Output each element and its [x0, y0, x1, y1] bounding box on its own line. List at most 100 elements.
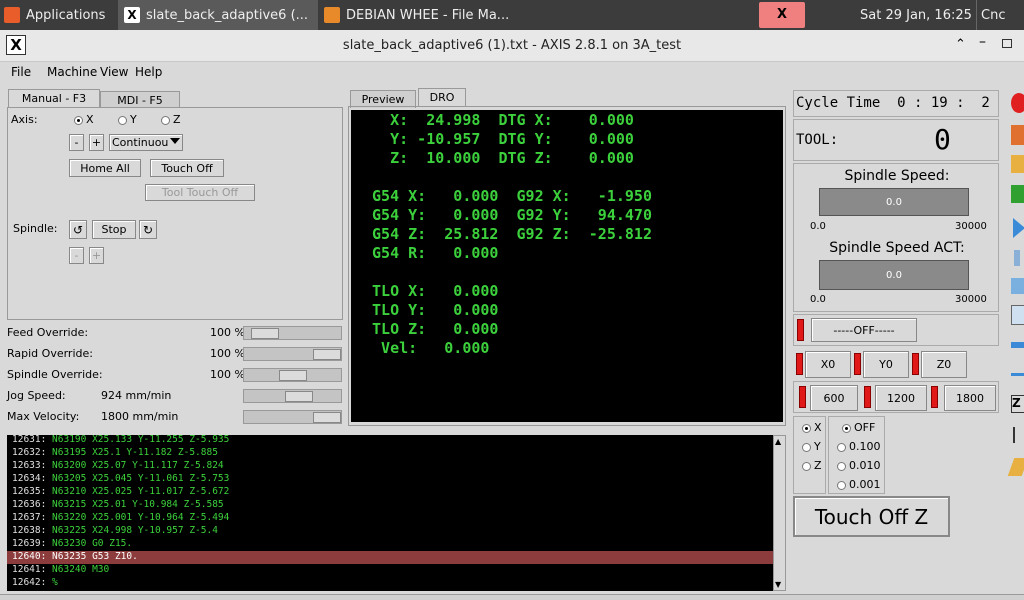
- gcode-line[interactable]: 12637: N63220 X25.001 Y-10.964 Z-5.494: [7, 512, 773, 525]
- spindle-stop-button[interactable]: Stop: [92, 220, 136, 239]
- menu-view[interactable]: View: [100, 65, 128, 79]
- run-icon[interactable]: [1013, 218, 1024, 238]
- minimize-icon[interactable]: –: [979, 34, 986, 50]
- taskbar-window-filemanager[interactable]: DEBIAN WHEE - File Ma...: [318, 0, 518, 30]
- clear-plot-icon[interactable]: [1007, 458, 1024, 476]
- optional-stop-icon[interactable]: [1011, 305, 1024, 325]
- scroll-down-icon[interactable]: ▼: [775, 580, 781, 589]
- folder-icon: [324, 7, 340, 23]
- override-slider[interactable]: [243, 347, 342, 361]
- gcode-text: N63220 X25.001 Y-10.964 Z-5.494: [46, 512, 230, 523]
- slider-thumb[interactable]: [313, 349, 341, 360]
- jog-minus-button[interactable]: -: [69, 134, 84, 151]
- override-slider[interactable]: [243, 389, 342, 403]
- increment-0001[interactable]: 0.001: [837, 478, 881, 491]
- gcode-line[interactable]: 12633: N63200 X25.07 Y-11.117 Z-5.824: [7, 460, 773, 473]
- gcode-line[interactable]: 12638: N63225 X24.998 Y-10.957 Z-5.4: [7, 525, 773, 538]
- gcode-line[interactable]: 12632: N63195 X25.1 Y-11.182 Z-5.885: [7, 447, 773, 460]
- radio-indicator: [74, 115, 83, 125]
- power-icon[interactable]: [1011, 125, 1024, 145]
- spindle-slower-button[interactable]: -: [69, 247, 84, 264]
- zero-z-button[interactable]: Z0: [921, 351, 967, 378]
- spindle-off-button[interactable]: -----OFF-----: [811, 318, 917, 342]
- tab-manual[interactable]: Manual - F3: [8, 89, 100, 107]
- gcode-line[interactable]: 12631: N63190 X25.133 Y-11.255 Z-5.935: [7, 435, 773, 447]
- gcode-line[interactable]: 12635: N63210 X25.025 Y-11.017 Z-5.672: [7, 486, 773, 499]
- zero-x-button[interactable]: X0: [805, 351, 851, 378]
- increment-off[interactable]: OFF: [842, 421, 875, 434]
- zoom-in-icon[interactable]: [1011, 342, 1024, 348]
- jog-plus-button[interactable]: +: [89, 134, 104, 151]
- feed-1800-button[interactable]: 1800: [944, 385, 996, 411]
- menu-help[interactable]: Help: [135, 65, 162, 79]
- gcode-line-current[interactable]: 12640: N63235 G53 Z10.: [7, 551, 773, 564]
- slider-thumb[interactable]: [313, 412, 341, 423]
- axis-radio-z[interactable]: Z: [161, 113, 181, 126]
- step-icon[interactable]: [1014, 250, 1020, 266]
- pause-icon[interactable]: [1011, 278, 1024, 294]
- estop-icon[interactable]: [1011, 93, 1024, 113]
- radio-indicator: [837, 442, 846, 452]
- axis-radio-z[interactable]: Z: [802, 459, 822, 472]
- spindle-cw-icon[interactable]: ↻: [139, 220, 157, 239]
- maximize-icon[interactable]: [1002, 39, 1012, 48]
- zero-y-button[interactable]: Y0: [863, 351, 909, 378]
- gcode-line[interactable]: 12634: N63205 X25.045 Y-11.061 Z-5.753: [7, 473, 773, 486]
- tray-item[interactable]: Cnc: [976, 0, 1024, 30]
- spindle-faster-button[interactable]: +: [89, 247, 104, 264]
- dro-line: TLO X: 0.000: [363, 282, 499, 300]
- tool-touch-off-button[interactable]: Tool Touch Off: [145, 184, 255, 201]
- chevron-up-icon[interactable]: ⌃: [955, 37, 966, 52]
- tab-dro[interactable]: DRO: [418, 88, 466, 106]
- slider-thumb[interactable]: [279, 370, 307, 381]
- taskbar-minimized-window[interactable]: X: [758, 0, 806, 30]
- feed-1200-button[interactable]: 1200: [875, 385, 927, 411]
- clock[interactable]: Sat 29 Jan, 16:25: [860, 0, 972, 30]
- axis-radio-x[interactable]: X: [802, 421, 822, 434]
- override-slider[interactable]: [243, 368, 342, 382]
- x-window-icon: X: [124, 7, 140, 23]
- zoom-out-icon[interactable]: [1011, 373, 1024, 376]
- slider-thumb[interactable]: [285, 391, 313, 402]
- axis-y-label: Y: [814, 440, 821, 453]
- reload-icon[interactable]: [1011, 185, 1024, 203]
- jog-mode-select[interactable]: Continuou: [109, 134, 183, 151]
- home-all-button[interactable]: Home All: [69, 159, 141, 177]
- applications-menu[interactable]: Applications: [0, 0, 118, 30]
- cycle-time-value: Cycle Time 0 : 19 : 2: [796, 95, 990, 111]
- touch-off-button[interactable]: Touch Off: [150, 159, 224, 177]
- menu-machine[interactable]: Machine: [47, 65, 97, 79]
- feed-600-button[interactable]: 600: [810, 385, 858, 411]
- axis-radio-y[interactable]: Y: [802, 440, 821, 453]
- override-row: Jog Speed: 924 mm/min: [0, 388, 345, 406]
- scroll-up-icon[interactable]: ▲: [775, 437, 781, 446]
- gcode-line-number: 12638:: [12, 525, 47, 536]
- increment-0100[interactable]: 0.100: [837, 440, 881, 453]
- view-p-icon[interactable]: [1013, 427, 1023, 443]
- axis-x-label: X: [814, 421, 822, 434]
- gcode-line[interactable]: 12642: %: [7, 577, 773, 590]
- increment-0010[interactable]: 0.010: [837, 459, 881, 472]
- axis-radio-y[interactable]: Y: [118, 113, 137, 126]
- override-slider[interactable]: [243, 326, 342, 340]
- open-file-icon[interactable]: [1011, 155, 1024, 173]
- taskbar-window-axis[interactable]: X slate_back_adaptive6 (...: [118, 0, 318, 30]
- gcode-line-number: 12642:: [12, 577, 47, 588]
- view-z-icon[interactable]: Z: [1011, 395, 1024, 413]
- gcode-line-number: 12640:: [12, 551, 47, 562]
- touch-off-z-button[interactable]: Touch Off Z: [793, 496, 950, 537]
- slider-thumb[interactable]: [251, 328, 279, 339]
- gcode-line[interactable]: 12639: N63230 G0 Z15.: [7, 538, 773, 551]
- increment-select-box: OFF 0.100 0.010 0.001: [828, 416, 885, 494]
- override-row: Spindle Override: 100 %: [0, 367, 345, 385]
- gcode-line[interactable]: 12636: N63215 X25.01 Y-10.984 Z-5.585: [7, 499, 773, 512]
- gcode-scrollbar[interactable]: ▲ ▼: [773, 435, 786, 591]
- gcode-line[interactable]: 12641: N63240 M30: [7, 564, 773, 577]
- override-slider[interactable]: [243, 410, 342, 424]
- gcode-listing[interactable]: 12631: N63190 X25.133 Y-11.255 Z-5.935 12…: [7, 435, 773, 591]
- spindle-ccw-icon[interactable]: ↺: [69, 220, 87, 239]
- axis-radio-x[interactable]: X: [74, 113, 94, 126]
- window-title: slate_back_adaptive6 (1).txt - AXIS 2.8.…: [342, 38, 682, 53]
- tool-box: TOOL: 0: [793, 119, 999, 161]
- menu-file[interactable]: File: [11, 65, 31, 79]
